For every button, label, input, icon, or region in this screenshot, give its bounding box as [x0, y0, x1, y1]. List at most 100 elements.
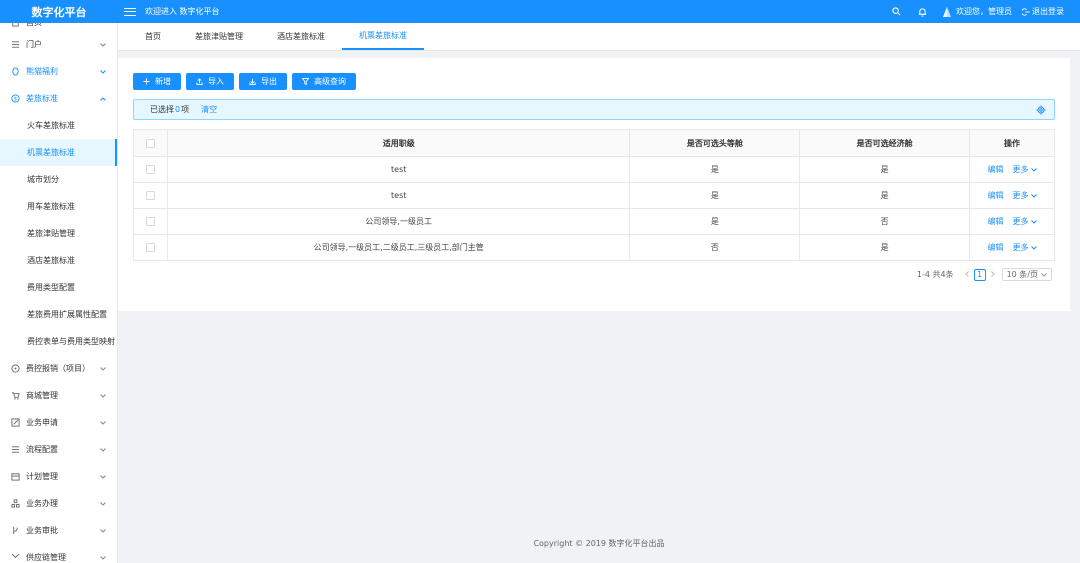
clear-selection-link[interactable]: 清空 [201, 104, 217, 115]
page-size-label: 10 条/页 [1006, 270, 1038, 279]
cell-level: test [166, 182, 631, 209]
selection-count: 0 [175, 105, 181, 114]
sidebar-item-travel-standard[interactable]: $ 差旅标准 [0, 85, 117, 112]
sidebar-sub-expense-attributes[interactable]: 差旅费用扩展属性配置 [0, 301, 117, 328]
cell-actions: 编辑 更多 [969, 208, 1055, 235]
more-dropdown[interactable]: 更多 [1013, 216, 1037, 227]
chevron-down-icon [99, 527, 107, 535]
row-checkbox[interactable] [145, 191, 155, 200]
sidebar-sub-hotel-standard[interactable]: 酒店差旅标准 [0, 247, 117, 274]
import-button[interactable]: 导入 [186, 73, 234, 90]
more-dropdown[interactable]: 更多 [1013, 164, 1037, 175]
menu-fold-icon[interactable] [124, 6, 136, 18]
cell-actions: 编辑 更多 [969, 156, 1055, 183]
page-tabs: 首页 差旅津贴管理 酒店差旅标准 机票差旅标准 [118, 23, 1080, 51]
search-icon[interactable] [890, 6, 902, 18]
sidebar-item-flow-config[interactable]: 流程配置 [0, 436, 117, 463]
edit-icon [10, 418, 20, 428]
chevron-down-icon [1030, 245, 1037, 250]
edit-link[interactable]: 编辑 [988, 217, 1004, 226]
chevron-down-icon [99, 365, 107, 373]
next-page-button[interactable] [988, 270, 998, 279]
selection-prefix: 已选择 [150, 105, 174, 114]
sidebar-item-supply-chain[interactable]: 供应链管理 [0, 544, 117, 563]
more-dropdown[interactable]: 更多 [1013, 242, 1037, 253]
tab-flight-standard[interactable]: 机票差旅标准 [342, 23, 424, 50]
more-label: 更多 [1012, 191, 1029, 200]
data-table: 适用职级 是否可选头等舱 是否可选经济舱 操作 test 是 是 编辑 更多 te… [133, 129, 1055, 261]
add-button[interactable]: 新增 [133, 73, 181, 90]
more-dropdown[interactable]: 更多 [1013, 190, 1037, 201]
sidebar-sub-flight-standard[interactable]: 机票差旅标准 [0, 139, 117, 166]
svg-text:$: $ [13, 97, 16, 103]
cell-economy: 是 [799, 156, 971, 183]
cart-icon [10, 391, 20, 401]
logout-button[interactable]: 退出登录 [1022, 6, 1064, 17]
sidebar: 首页 门户 熊猫福利 $ 差旅标准 火车差旅标准 机票差旅标准 城市划分 用车差… [0, 23, 118, 563]
column-header-first-class[interactable]: 是否可选头等舱 [629, 129, 801, 157]
advanced-search-button[interactable]: 高级查询 [292, 73, 356, 90]
sidebar-item-label: 熊猫福利 [26, 67, 58, 76]
sidebar-item-plan[interactable]: 计划管理 [0, 463, 117, 490]
table-row: 公司领导,一级员工,二级员工,三级员工,部门主管 否 是 编辑 更多 [133, 234, 1055, 261]
row-checkbox[interactable] [145, 243, 155, 252]
select-all-checkbox[interactable] [145, 138, 155, 148]
import-button-label: 导入 [208, 77, 224, 86]
sidebar-sub-form-mapping[interactable]: 费控表单与费用类型映射 [0, 328, 117, 355]
sidebar-sub-city-division[interactable]: 城市划分 [0, 166, 117, 193]
chevron-down-icon [99, 41, 107, 49]
list-icon [10, 445, 20, 455]
sidebar-item-mall[interactable]: 商城管理 [0, 382, 117, 409]
page-size-select[interactable]: 10 条/页 [1001, 268, 1052, 281]
sidebar-item-label: 首页 [26, 23, 107, 28]
gear-icon[interactable] [1036, 105, 1046, 115]
export-button[interactable]: 导出 [239, 73, 287, 90]
portal-icon [10, 40, 20, 50]
cell-first-class: 是 [629, 182, 801, 209]
sidebar-item-business-handle[interactable]: 业务办理 [0, 490, 117, 517]
chevron-down-icon [1030, 167, 1037, 172]
sidebar-item-label: 计划管理 [26, 472, 58, 481]
chevron-down-icon [99, 68, 107, 76]
sidebar-item-label: 业务审批 [26, 526, 58, 535]
sidebar-sub-train-standard[interactable]: 火车差旅标准 [0, 112, 117, 139]
sidebar-item-label: 差旅标准 [26, 94, 58, 103]
sidebar-item-business-approve[interactable]: 业务审批 [0, 517, 117, 544]
user-avatar[interactable] [942, 6, 952, 18]
sidebar-sub-allowance[interactable]: 差旅津贴管理 [0, 220, 117, 247]
sidebar-sub-expense-type[interactable]: 费用类型配置 [0, 274, 117, 301]
cell-economy: 是 [799, 234, 971, 261]
sidebar-item-business-apply[interactable]: 业务申请 [0, 409, 117, 436]
sidebar-item-home[interactable]: 首页 [0, 23, 117, 31]
chevron-down-icon [99, 500, 107, 508]
logout-icon [1022, 7, 1030, 16]
cell-economy: 是 [799, 182, 971, 209]
tab-hotel-standard[interactable]: 酒店差旅标准 [260, 23, 342, 50]
chevron-down-icon [99, 392, 107, 400]
edit-link[interactable]: 编辑 [988, 243, 1004, 252]
page-number-button[interactable]: 1 [973, 268, 986, 281]
sidebar-item-label: 费控报销（项目） [26, 364, 90, 373]
row-checkbox[interactable] [145, 217, 155, 226]
bell-icon[interactable] [916, 6, 928, 18]
selection-alert: 已选择 0 项 清空 [133, 99, 1055, 120]
user-greeting[interactable]: 欢迎您，管理员 [956, 6, 1012, 17]
row-checkbox[interactable] [145, 165, 155, 174]
edit-link[interactable]: 编辑 [988, 191, 1004, 200]
gift-icon [10, 67, 20, 77]
cell-actions: 编辑 更多 [969, 182, 1055, 209]
sidebar-item-expense-project[interactable]: 费控报销（项目） [0, 355, 117, 382]
sidebar-item-portal[interactable]: 门户 [0, 31, 117, 58]
select-all-cell [133, 129, 168, 157]
more-label: 更多 [1012, 217, 1029, 226]
top-bar: 数字化平台 欢迎进入 数字化平台 欢迎您，管理员 退出登录 [0, 0, 1080, 23]
column-header-level[interactable]: 适用职级 [166, 129, 631, 157]
tab-travel-allowance[interactable]: 差旅津贴管理 [178, 23, 260, 50]
tab-home[interactable]: 首页 [128, 23, 178, 50]
column-header-economy[interactable]: 是否可选经济舱 [799, 129, 971, 157]
edit-link[interactable]: 编辑 [988, 165, 1004, 174]
sidebar-item-panda-welfare[interactable]: 熊猫福利 [0, 58, 117, 85]
sidebar-sub-car-standard[interactable]: 用车差旅标准 [0, 193, 117, 220]
app-logo[interactable]: 数字化平台 [0, 0, 118, 23]
prev-page-button[interactable] [962, 270, 972, 279]
